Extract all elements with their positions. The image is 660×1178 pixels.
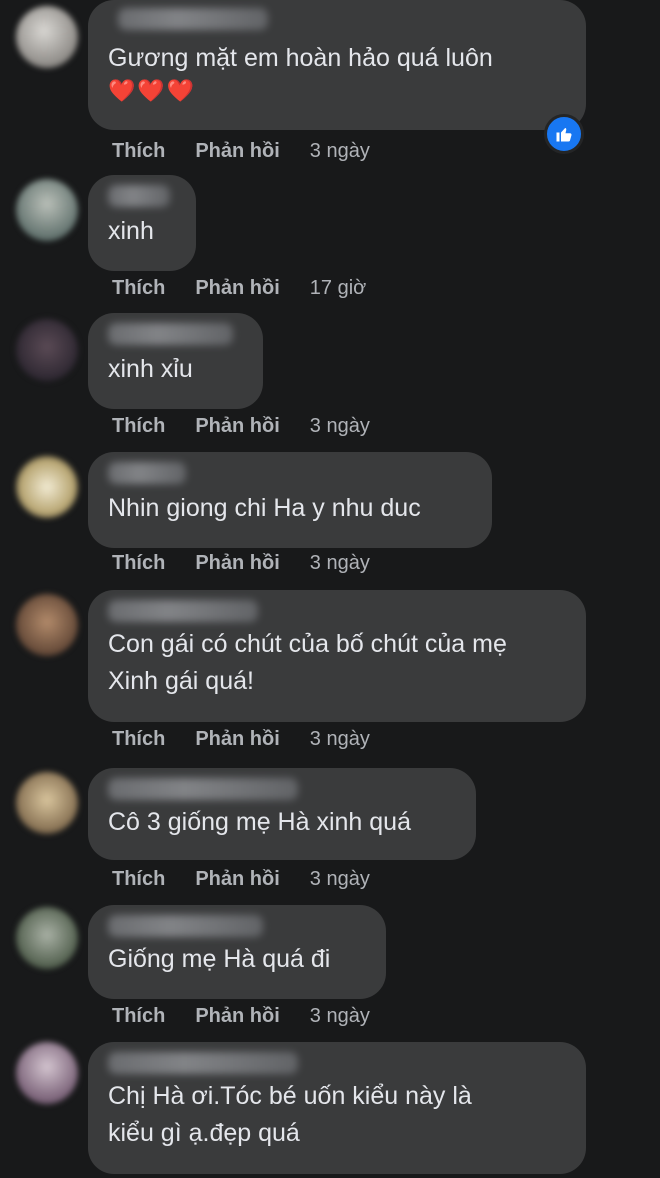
comment-bubble: Con gái có chút của bố chút của mẹ Xinh … [88, 590, 586, 722]
author-name[interactable] [108, 778, 298, 800]
like-button[interactable]: Thích [112, 552, 165, 575]
avatar[interactable] [16, 594, 78, 656]
like-button[interactable]: Thích [112, 728, 165, 751]
reply-button[interactable]: Phản hồi [195, 728, 279, 751]
timestamp[interactable]: 3 ngày [310, 728, 370, 751]
like-button[interactable]: Thích [112, 868, 165, 891]
comment-actions: Thích Phản hồi 3 ngày [112, 140, 370, 163]
comment-text: Gương mặt em hoàn hảo quá luôn [108, 44, 493, 72]
timestamp[interactable]: 3 ngày [310, 868, 370, 891]
avatar[interactable] [16, 179, 78, 241]
comment-bubble: Giống mẹ Hà quá đi [88, 905, 386, 999]
comment-bubble: xinh xỉu [88, 313, 263, 409]
timestamp[interactable]: 3 ngày [310, 140, 370, 163]
avatar[interactable] [16, 772, 78, 834]
like-icon[interactable] [544, 114, 584, 154]
comment-bubble: xinh [88, 175, 196, 271]
comment-bubble: Gương mặt em hoàn hảo quá luôn ❤️❤️❤️ [88, 0, 586, 130]
timestamp[interactable]: 3 ngày [310, 1005, 370, 1028]
reply-button[interactable]: Phản hồi [195, 552, 279, 575]
timestamp[interactable]: 3 ngày [310, 552, 370, 575]
author-name[interactable] [108, 915, 263, 937]
comment-actions: Thích Phản hồi 3 ngày [112, 415, 370, 438]
comment-bubble: Nhin giong chi Ha y nhu duc [88, 452, 492, 548]
comment-actions: Thích Phản hồi 17 giờ [112, 277, 366, 300]
timestamp[interactable]: 17 giờ [310, 277, 366, 300]
avatar[interactable] [16, 319, 78, 381]
comment-text: Giống mẹ Hà quá đi [108, 945, 331, 973]
author-name[interactable] [108, 323, 233, 345]
like-button[interactable]: Thích [112, 415, 165, 438]
comment-bubble: Chị Hà ơi.Tóc bé uốn kiểu này là kiểu gì… [88, 1042, 586, 1174]
comment-text: xinh [108, 217, 154, 245]
comment-bubble: Cô 3 giống mẹ Hà xinh quá [88, 768, 476, 860]
reply-button[interactable]: Phản hồi [195, 1005, 279, 1028]
avatar[interactable] [16, 907, 78, 969]
author-name[interactable] [108, 462, 186, 484]
comment-actions: Thích Phản hồi 3 ngày [112, 552, 370, 575]
comment-actions: Thích Phản hồi 3 ngày [112, 1005, 370, 1028]
comment-text: Cô 3 giống mẹ Hà xinh quá [108, 808, 411, 836]
reply-button[interactable]: Phản hồi [195, 868, 279, 891]
comment-actions: Thích Phản hồi 3 ngày [112, 728, 370, 751]
reply-button[interactable]: Phản hồi [195, 140, 279, 163]
comment-text: xinh xỉu [108, 355, 193, 383]
timestamp[interactable]: 3 ngày [310, 415, 370, 438]
like-button[interactable]: Thích [112, 140, 165, 163]
author-name[interactable] [108, 600, 258, 622]
comment-text: Con gái có chút của bố chút của mẹ Xinh … [108, 630, 507, 695]
reply-button[interactable]: Phản hồi [195, 415, 279, 438]
comment-actions: Thích Phản hồi 3 ngày [112, 868, 370, 891]
comment-text: Chị Hà ơi.Tóc bé uốn kiểu này là kiểu gì… [108, 1082, 472, 1147]
avatar[interactable] [16, 1042, 78, 1104]
author-name[interactable] [108, 185, 170, 207]
like-button[interactable]: Thích [112, 1005, 165, 1028]
avatar[interactable] [16, 456, 78, 518]
comment-text: Nhin giong chi Ha y nhu duc [108, 494, 421, 522]
heart-emoji: ❤️❤️❤️ [108, 78, 197, 103]
reply-button[interactable]: Phản hồi [195, 277, 279, 300]
author-name[interactable] [108, 1052, 298, 1074]
like-button[interactable]: Thích [112, 277, 165, 300]
avatar[interactable] [16, 6, 78, 68]
author-name[interactable] [118, 8, 268, 30]
